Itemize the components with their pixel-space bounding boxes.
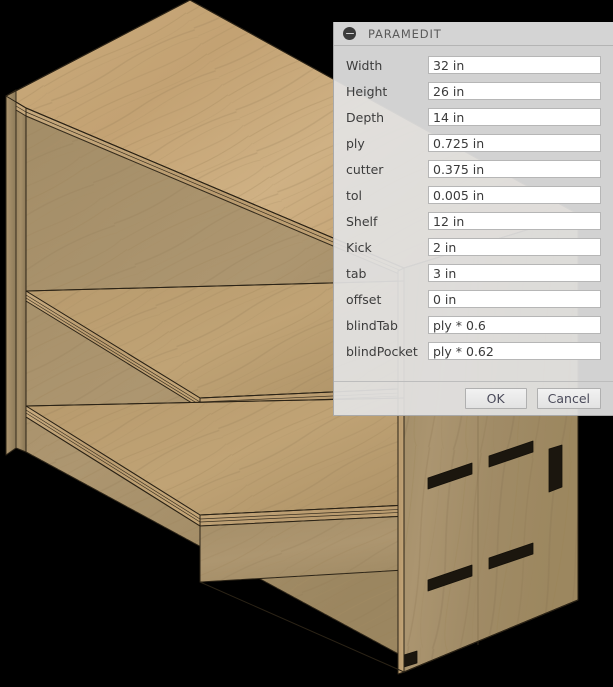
parameter-label-blindtab: blindTab	[346, 317, 398, 333]
parameter-input-height[interactable]	[428, 82, 601, 100]
paramedit-dialog[interactable]: PARAMEDIT Width Height Depth ply cutter tol Sh…	[333, 22, 613, 416]
parameter-label-ply: ply	[346, 135, 365, 151]
parameter-label-tol: tol	[346, 187, 363, 203]
parameter-label-width: Width	[346, 57, 383, 73]
left-outer-edge	[5, 89, 17, 456]
parameter-row: Kick	[334, 234, 613, 260]
parameter-input-kick[interactable]	[428, 238, 601, 256]
parameter-row: ply	[334, 130, 613, 156]
parameter-row: Depth	[334, 104, 613, 130]
parameter-input-tol[interactable]	[428, 186, 601, 204]
parameter-input-offset[interactable]	[428, 290, 601, 308]
parameter-input-depth[interactable]	[428, 108, 601, 126]
dialog-titlebar[interactable]: PARAMEDIT	[334, 22, 613, 46]
parameter-input-tab[interactable]	[428, 264, 601, 282]
parameter-label-tab: tab	[346, 265, 367, 281]
parameter-label-cutter: cutter	[346, 161, 384, 177]
parameter-row: tol	[334, 182, 613, 208]
parameter-list: Width Height Depth ply cutter tol Shelf Kick tab…	[334, 46, 613, 381]
dialog-footer: OK Cancel	[334, 381, 613, 415]
left-inner-face	[15, 89, 27, 453]
cancel-button[interactable]: Cancel	[536, 388, 601, 409]
parameter-label-offset: offset	[346, 291, 382, 307]
parameter-input-width[interactable]	[428, 56, 601, 74]
parameter-label-blindpocket: blindPocket	[346, 343, 418, 359]
parameter-row: Width	[334, 52, 613, 78]
application-window: PARAMEDIT Width Height Depth ply cutter tol Sh…	[0, 0, 613, 687]
ok-button[interactable]: OK	[464, 388, 527, 409]
parameter-input-blindtab[interactable]	[428, 316, 601, 334]
collapse-circle-icon[interactable]	[343, 27, 356, 40]
parameter-label-shelf: Shelf	[346, 213, 378, 229]
parameter-row: Shelf	[334, 208, 613, 234]
parameter-label-kick: Kick	[346, 239, 372, 255]
parameter-row: tab	[334, 260, 613, 286]
parameter-label-depth: Depth	[346, 109, 385, 125]
parameter-input-cutter[interactable]	[428, 160, 601, 178]
parameter-row: offset	[334, 286, 613, 312]
parameter-row: blindTab	[334, 312, 613, 338]
parameter-row: blindPocket	[334, 338, 613, 364]
parameter-row: cutter	[334, 156, 613, 182]
dialog-title: PARAMEDIT	[368, 26, 442, 41]
parameter-label-height: Height	[346, 83, 388, 99]
parameter-row: Height	[334, 78, 613, 104]
parameter-input-blindpocket[interactable]	[428, 342, 601, 360]
parameter-input-shelf[interactable]	[428, 212, 601, 230]
parameter-input-ply[interactable]	[428, 134, 601, 152]
